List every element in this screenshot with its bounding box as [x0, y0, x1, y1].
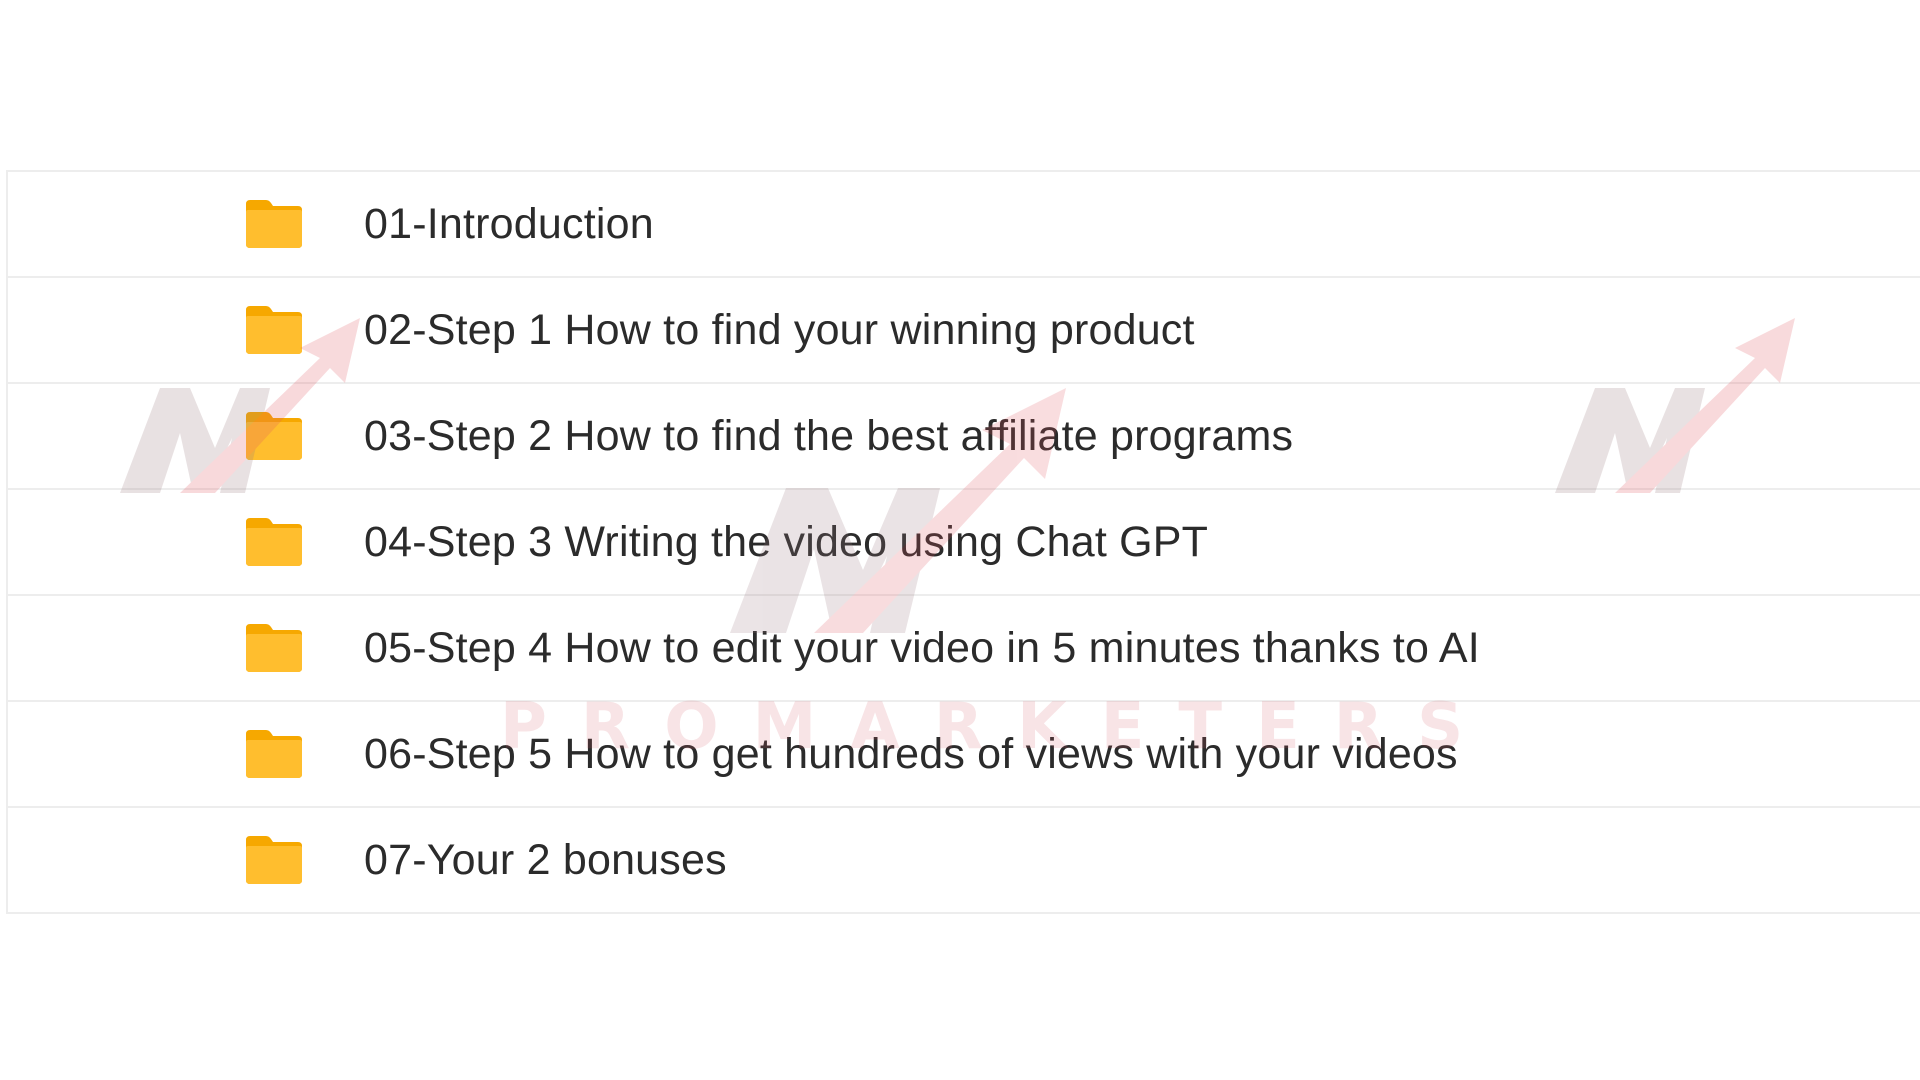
folder-icon [244, 304, 304, 356]
folder-name: 03-Step 2 How to find the best affiliate… [364, 411, 1294, 460]
folder-name: 01-Introduction [364, 199, 654, 248]
folder-row-step-4[interactable]: 05-Step 4 How to edit your video in 5 mi… [8, 594, 1920, 700]
folder-row-introduction[interactable]: 01-Introduction [8, 170, 1920, 276]
folder-name: 06-Step 5 How to get hundreds of views w… [364, 729, 1458, 778]
folder-icon [244, 198, 304, 250]
folder-row-bonuses[interactable]: 07-Your 2 bonuses [8, 806, 1920, 914]
folder-icon [244, 622, 304, 674]
folder-name: 02-Step 1 How to find your winning produ… [364, 305, 1195, 354]
folder-row-step-5[interactable]: 06-Step 5 How to get hundreds of views w… [8, 700, 1920, 806]
folder-row-step-3[interactable]: 04-Step 3 Writing the video using Chat G… [8, 488, 1920, 594]
folder-icon [244, 834, 304, 886]
folder-row-step-1[interactable]: 02-Step 1 How to find your winning produ… [8, 276, 1920, 382]
folder-name: 05-Step 4 How to edit your video in 5 mi… [364, 623, 1480, 672]
folder-row-step-2[interactable]: 03-Step 2 How to find the best affiliate… [8, 382, 1920, 488]
folder-icon [244, 410, 304, 462]
folder-icon [244, 516, 304, 568]
folder-icon [244, 728, 304, 780]
folder-name: 07-Your 2 bonuses [364, 835, 727, 884]
folder-name: 04-Step 3 Writing the video using Chat G… [364, 517, 1209, 566]
folder-list: 01-Introduction 02-Step 1 How to find yo… [6, 170, 1920, 914]
